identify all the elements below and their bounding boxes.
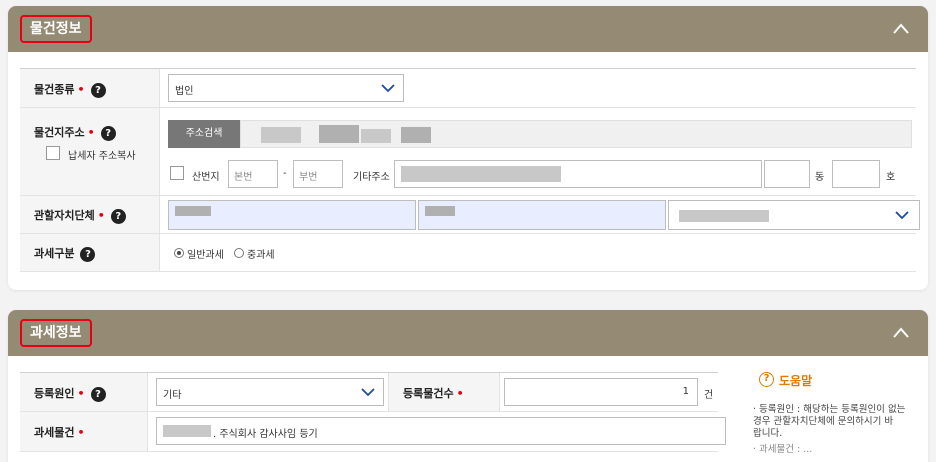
count-input[interactable]: 1 [504,378,698,406]
required-mark: • [77,387,85,400]
municipality-row: 관할자치단체 •? [20,196,920,234]
extra-address-label: 기타주소 [353,172,390,183]
copy-address-checkbox[interactable] [46,146,60,160]
mountain-lot-checkbox[interactable] [170,166,184,180]
required-mark: • [97,209,105,222]
label-cell: 관할자치단체 •? [20,196,160,233]
help-icon[interactable]: ? [80,246,96,262]
address-search-button[interactable]: 주소검색 [168,120,240,148]
ho-input[interactable] [832,160,880,188]
help-panel: ? 도움말 · 등록원인 : 해당하는 등록원인이 없는 경우 관할자치단체에 … [735,320,925,455]
object-value: . 주식회사 감사사임 등기 [213,429,318,440]
help-icon[interactable]: ? [100,125,116,141]
object-label: 과세물건 [34,426,75,439]
help-circle-icon: ? [759,372,774,387]
chevron-down-icon [895,211,909,220]
address-label: 물건지주소 [34,126,85,139]
label-cell: 과세물건 • [20,412,148,451]
property-info-panel: 물건정보 물건종류 •? 법인 물건지주소 •? 납세자 주소복사 주소검색 산… [8,6,928,290]
tax-class-row: 과세구분? 일반과세 중과세 [20,234,916,272]
required-mark: • [87,126,95,139]
label-cell: 등록물건수 • [388,373,500,411]
extra-address-input[interactable] [394,160,762,188]
heavy-tax-label: 중과세 [247,250,275,261]
ho-label: 호 [886,172,896,183]
property-type-row: 물건종류 •? 법인 [20,68,916,108]
municipality-select-2[interactable] [418,200,666,230]
help-title: 도움말 [779,374,813,388]
property-type-select[interactable]: 법인 [168,74,404,102]
municipality-label: 관할자치단체 [34,209,95,222]
main-number-input[interactable]: 본번 [228,160,278,188]
help-text: · 등록원인 : 해당하는 등록원인이 없는 경우 관할자치단체에 문의하시기 … [753,404,906,455]
sub-number-input[interactable]: 부번 [293,160,343,188]
address-display-field [240,120,912,148]
required-mark: • [456,387,464,400]
municipality-select-3[interactable] [668,200,920,230]
general-tax-label: 일반과세 [187,250,224,261]
general-tax-radio[interactable] [174,248,184,258]
address-row: 물건지주소 •? 납세자 주소복사 주소검색 산번지 본번 - 부번 기타주소 동… [20,108,916,196]
property-info-header[interactable]: 물건정보 [8,6,928,52]
tax-info-title: 과세정보 [20,319,92,347]
label-cell: 과세구분? [20,234,160,271]
chevron-up-icon[interactable] [892,20,910,38]
count-unit: 건 [704,390,714,401]
mountain-lot-label: 산번지 [192,172,220,183]
reason-row: 등록원인 •? 기타 등록물건수 • 1 건 [20,372,718,412]
reason-label: 등록원인 [34,387,75,400]
number-dash: - [283,168,287,179]
property-info-title: 물건정보 [20,15,92,43]
dong-input[interactable] [764,160,810,188]
object-row: 과세물건 • . 주식회사 감사사임 등기 [20,412,726,452]
tax-class-label: 과세구분 [34,247,75,260]
property-type-label: 물건종류 [34,83,75,96]
copy-address-label: 납세자 주소복사 [68,151,136,162]
required-mark: • [77,83,85,96]
reason-select[interactable]: 기타 [156,378,384,406]
count-label: 등록물건수 [403,387,454,400]
label-cell: 등록원인 •? [20,373,148,411]
object-input[interactable]: . 주식회사 감사사임 등기 [156,417,726,445]
chevron-down-icon [381,84,395,93]
help-icon[interactable]: ? [110,208,126,224]
help-icon[interactable]: ? [90,82,106,98]
count-value: 1 [682,386,689,397]
label-cell: 물건지주소 •? 납세자 주소복사 [20,108,160,195]
required-mark: • [77,426,85,439]
dong-label: 동 [815,172,825,183]
chevron-down-icon [361,388,375,397]
heavy-tax-radio[interactable] [234,248,244,258]
help-icon[interactable]: ? [90,386,106,402]
property-type-value: 법인 [175,86,194,97]
reason-value: 기타 [163,390,182,401]
label-cell: 물건종류 •? [20,69,160,107]
municipality-select-1[interactable] [168,200,416,230]
